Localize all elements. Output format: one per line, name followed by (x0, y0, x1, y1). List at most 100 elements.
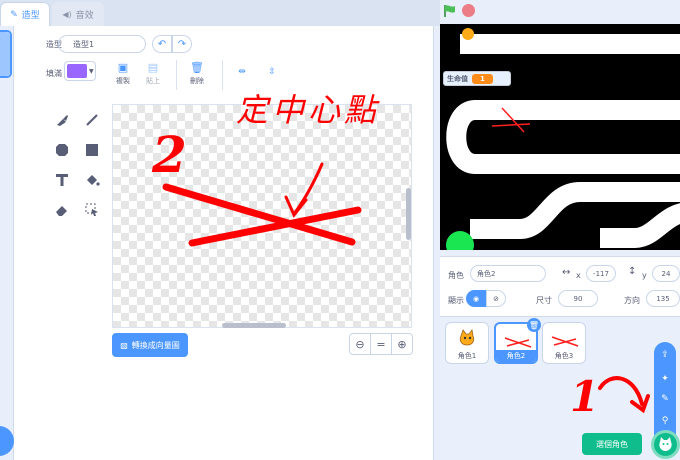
direction-input[interactable]: 135 (646, 290, 680, 307)
flip-horizontal-button[interactable]: ⇹ (232, 62, 252, 82)
eraser-tool[interactable] (52, 200, 72, 220)
paint-bucket-icon (87, 175, 100, 186)
circle-tool[interactable] (52, 140, 72, 160)
surprise-sprite-button[interactable]: ✦ (656, 370, 674, 388)
canvas-horizontal-scrollbar[interactable] (222, 323, 286, 328)
sprite-card[interactable]: 角色3 (542, 322, 586, 364)
square-icon (86, 144, 98, 156)
eye-slash-icon: ⊘ (493, 294, 499, 303)
goal-circle (446, 231, 474, 250)
text-tool[interactable] (52, 170, 72, 190)
copy-icon: ▣ (117, 60, 129, 74)
image-icon: ▧ (120, 340, 128, 350)
sprite-card-name: 角色3 (554, 352, 574, 360)
flip-vertical-icon: ⇳ (268, 67, 276, 77)
zoom-in-icon: ⊕ (397, 337, 407, 351)
sprite-card-name: 角色1 (457, 352, 477, 360)
paint-sprite-button[interactable]: ✎ (656, 390, 674, 408)
x-arrows-icon: ↔ (562, 267, 571, 278)
choose-sprite-button[interactable] (651, 430, 680, 459)
choose-sprite-tooltip: 選個角色 (582, 433, 642, 455)
search-icon: ⚲ (661, 416, 669, 426)
brush-icon: ✎ (10, 9, 18, 20)
undo-button[interactable]: ↶ (152, 35, 172, 53)
zoom-out-button[interactable]: ⊖ (349, 333, 371, 355)
sparkle-icon: ✦ (661, 374, 669, 384)
costume-thumbnail-fill (0, 32, 10, 76)
tab-bar: ✎ 造型 ◀) 音效 (0, 0, 440, 26)
y-label: y (642, 271, 647, 280)
rectangle-tool[interactable] (82, 140, 102, 160)
delete-button[interactable]: 🗑 刪除 (190, 60, 204, 86)
zoom-reset-button[interactable]: = (370, 333, 392, 355)
cat-sprite-icon (459, 329, 475, 346)
sprite-name-input[interactable]: 角色2 (470, 265, 546, 282)
annotation-title: 定中心點 (236, 91, 381, 129)
search-sprite-button[interactable]: ⚲ (656, 412, 674, 430)
x-position-input[interactable]: -117 (586, 265, 616, 282)
zoom-out-icon: ⊖ (355, 337, 365, 351)
flip-horizontal-icon: ⇹ (238, 67, 246, 77)
stage[interactable] (440, 24, 680, 250)
upload-sprite-button[interactable]: ⇪ (656, 346, 674, 364)
cat-add-icon (659, 437, 672, 451)
text-icon (56, 174, 68, 186)
eye-icon: ◉ (472, 294, 480, 303)
sprite-card[interactable]: 角色1 (445, 322, 489, 364)
size-input[interactable]: 90 (558, 290, 598, 307)
size-label: 尺寸 (536, 296, 552, 305)
stop-button[interactable] (462, 4, 475, 17)
show-label: 顯示 (448, 296, 464, 305)
costume-name-input[interactable]: 造型1 (58, 35, 146, 53)
trash-icon: 🗑 (528, 320, 540, 330)
brush-tool[interactable] (52, 110, 72, 130)
select-tool[interactable] (82, 200, 102, 220)
eraser-icon (56, 206, 67, 216)
red-x-sprite-icon (504, 337, 532, 348)
y-position-input[interactable]: 24 (652, 265, 680, 282)
direction-label: 方向 (624, 296, 640, 305)
line-icon (86, 114, 98, 126)
line-tool[interactable] (82, 110, 102, 130)
brush-icon (57, 115, 68, 126)
octagon-icon (56, 144, 68, 156)
brush-icon: ✎ (661, 394, 669, 404)
paste-button[interactable]: ▤ 貼上 (146, 60, 160, 86)
fill-color-swatch (67, 64, 87, 78)
tab-sounds[interactable]: ◀) 音效 (52, 2, 104, 26)
toolbar-divider (176, 60, 177, 90)
redo-icon: ↷ (177, 38, 187, 50)
toolbar-divider (222, 60, 223, 90)
green-flag-button[interactable] (443, 4, 457, 18)
tab-costumes[interactable]: ✎ 造型 (0, 2, 50, 26)
variable-monitor: 生命值 1 (443, 71, 511, 86)
convert-to-vector-button[interactable]: ▧ 轉換成向量圖 (112, 333, 188, 357)
upload-icon: ⇪ (661, 350, 669, 360)
chevron-down-icon: ▼ (89, 68, 94, 75)
fill-label: 填滿 (46, 69, 62, 78)
sprite-name-label: 角色 (448, 271, 464, 280)
zoom-in-button[interactable]: ⊕ (391, 333, 413, 355)
annotation-number-1: 1 (570, 372, 600, 421)
x-label: x (576, 271, 581, 280)
redo-button[interactable]: ↷ (172, 35, 192, 53)
flip-vertical-button[interactable]: ⇳ (262, 62, 282, 82)
variable-value: 1 (472, 73, 493, 84)
speaker-icon: ◀) (62, 9, 72, 19)
red-x-sprite-icon (551, 336, 579, 347)
trash-icon: 🗑 (190, 60, 204, 74)
maze-backdrop (446, 28, 680, 250)
paste-icon: ▤ (147, 60, 159, 74)
hide-sprite-button[interactable]: ⊘ (486, 290, 506, 307)
annotation-number-2: 2 (152, 125, 187, 184)
select-icon (85, 203, 98, 216)
sprite-card-name: 角色2 (496, 350, 536, 362)
show-sprite-button[interactable]: ◉ (466, 290, 486, 307)
curved-arrow-icon (598, 376, 650, 414)
copy-button[interactable]: ▣ 複製 (116, 60, 130, 86)
costume-list (0, 26, 14, 460)
delete-sprite-button[interactable]: 🗑 (527, 318, 541, 332)
fill-tool[interactable] (82, 170, 102, 190)
y-arrows-icon: ↕ (628, 266, 637, 277)
arrow-shaft (292, 162, 324, 216)
